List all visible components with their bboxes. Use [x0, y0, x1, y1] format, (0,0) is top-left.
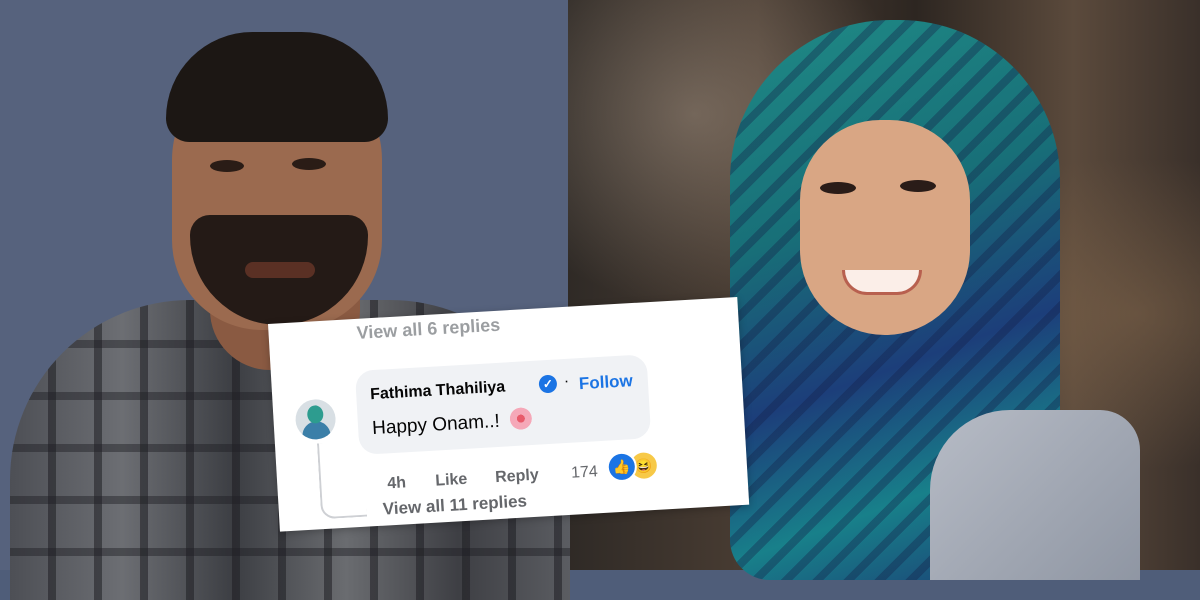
woman-left-eye: [820, 182, 856, 194]
facebook-comment-card: View all 6 replies Fathima Thahiliya ✓ ·…: [268, 296, 750, 532]
reply-button[interactable]: Reply: [495, 467, 540, 487]
view-all-replies-link[interactable]: View all 11 replies: [382, 491, 527, 519]
avatar-body: [301, 420, 331, 441]
comment-bubble: Fathima Thahiliya ✓ · Follow Happy Onam.…: [354, 354, 652, 455]
woman-smile: [842, 270, 922, 295]
comment-text: Happy Onam..!: [371, 410, 501, 440]
reply-thread-line: [316, 440, 368, 520]
woman-right-eye: [900, 180, 936, 192]
man-right-eye: [292, 158, 326, 170]
avatar-head: [306, 404, 324, 424]
comment-timestamp[interactable]: 4h: [387, 474, 407, 493]
previous-replies-link[interactable]: View all 6 replies: [356, 315, 501, 344]
follow-button[interactable]: Follow: [578, 371, 633, 394]
avatar[interactable]: [294, 398, 337, 441]
man-mouth: [245, 262, 315, 278]
woman-dress: [930, 410, 1140, 580]
verified-badge-icon: ✓: [538, 374, 558, 394]
man-left-eye: [210, 160, 244, 172]
author-name[interactable]: Fathima Thahiliya: [370, 378, 506, 404]
like-reaction-icon[interactable]: 👍: [605, 451, 638, 483]
like-button[interactable]: Like: [435, 471, 468, 491]
separator-dot: ·: [563, 372, 570, 391]
flower-emoji-icon: [509, 406, 533, 431]
woman-face: [800, 120, 970, 335]
reaction-count[interactable]: 174: [571, 463, 599, 483]
